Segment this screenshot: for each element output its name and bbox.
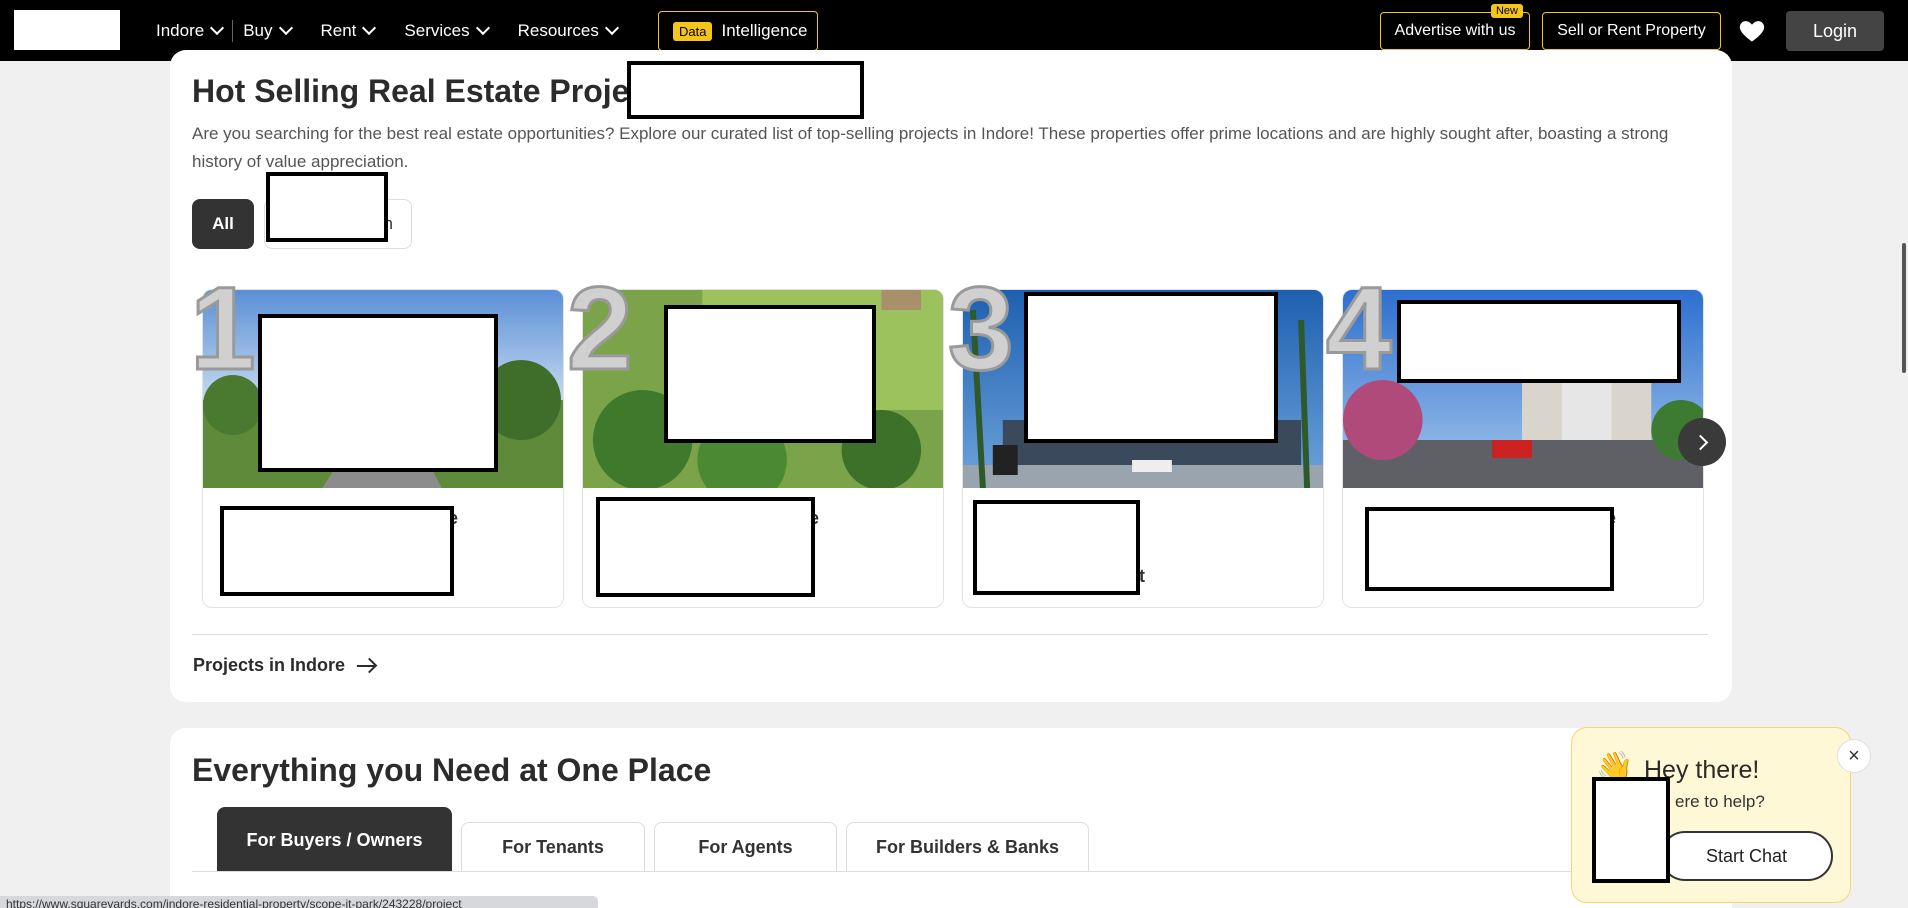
redacted-block xyxy=(220,506,454,596)
redacted-block xyxy=(1024,292,1278,443)
nav-services[interactable]: Services xyxy=(404,20,490,41)
redacted-block xyxy=(1365,507,1614,591)
section-title: Hot Selling Real Estate Proje xyxy=(192,73,630,109)
chevron-down-icon xyxy=(278,20,293,36)
rank-number: 2 xyxy=(566,263,635,395)
redacted-block xyxy=(266,172,388,242)
redacted-block xyxy=(1397,300,1681,383)
data-tag: Data xyxy=(673,21,713,41)
tab-builders-banks[interactable]: For Builders & Banks xyxy=(846,822,1089,872)
nav-resources[interactable]: Resources xyxy=(518,20,619,41)
status-bar-url: https://www.squareyards.com/indore-resid… xyxy=(0,896,598,908)
nav-city-indore[interactable]: Indore xyxy=(156,20,225,41)
redacted-block xyxy=(627,61,864,119)
scrollbar-thumb[interactable] xyxy=(1902,243,1906,373)
section-description: Are you searching for the best real esta… xyxy=(192,124,1669,171)
start-chat-button[interactable]: Start Chat xyxy=(1660,831,1833,881)
advertise-button[interactable]: Advertise with us New xyxy=(1380,4,1530,50)
sell-rent-property-button[interactable]: Sell or Rent Property xyxy=(1542,12,1721,50)
arrow-right-icon xyxy=(357,664,376,667)
tab-tenants[interactable]: For Tenants xyxy=(461,822,645,872)
nav-separator xyxy=(232,19,234,42)
section-divider xyxy=(192,634,1708,635)
redacted-block xyxy=(664,305,876,443)
new-badge: New xyxy=(1490,4,1523,18)
chevron-down-icon xyxy=(475,20,490,36)
rank-number: 3 xyxy=(947,263,1016,395)
tab-underline xyxy=(192,871,1708,872)
rank-number: 4 xyxy=(1325,263,1394,395)
close-icon[interactable]: × xyxy=(1837,739,1871,773)
redacted-block xyxy=(258,314,498,472)
section-title: Everything you Need at One Place xyxy=(192,752,712,788)
redacted-block xyxy=(596,497,815,597)
redacted-block xyxy=(973,500,1140,595)
carousel-next-button[interactable] xyxy=(1678,418,1726,466)
projects-in-indore-link[interactable]: Projects in Indore xyxy=(193,655,376,676)
rank-number: 1 xyxy=(189,263,258,395)
chat-subtitle: ere to help? xyxy=(1675,792,1765,811)
login-button[interactable]: Login xyxy=(1786,11,1884,51)
chevron-down-icon xyxy=(604,20,619,36)
tab-agents[interactable]: For Agents xyxy=(654,822,837,872)
redacted-block xyxy=(1592,777,1670,883)
data-intelligence-label: Intelligence xyxy=(721,21,808,40)
nav-rent[interactable]: Rent xyxy=(321,20,377,41)
data-intelligence-button[interactable]: Data Intelligence xyxy=(658,11,818,51)
tab-buyers-owners[interactable]: For Buyers / Owners xyxy=(217,807,452,872)
heart-icon[interactable] xyxy=(1738,17,1766,45)
chevron-right-icon xyxy=(1692,434,1708,450)
site-logo[interactable] xyxy=(14,10,120,50)
chevron-down-icon xyxy=(210,20,225,36)
chevron-down-icon xyxy=(362,20,377,36)
filter-all-pill[interactable]: All xyxy=(192,199,254,249)
nav-buy[interactable]: Buy xyxy=(243,20,293,41)
